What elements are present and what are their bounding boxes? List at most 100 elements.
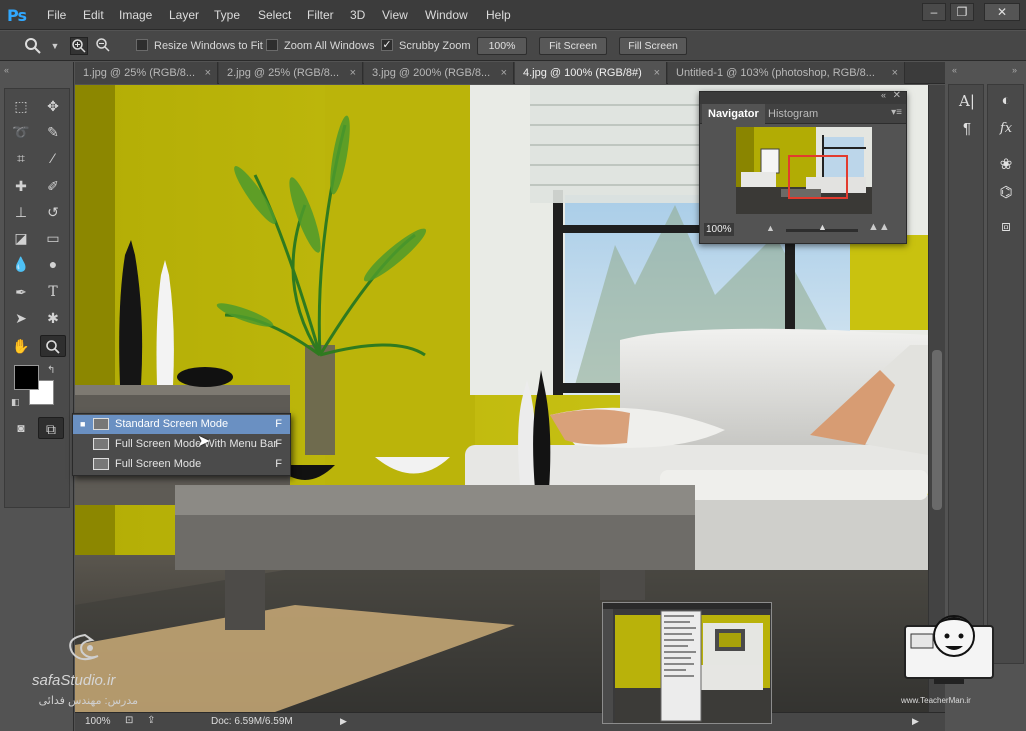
navigator-zoom-field[interactable]: 100%	[704, 223, 734, 236]
lasso-tool-icon[interactable]: ➰	[8, 121, 34, 143]
resize-windows-checkbox[interactable]	[136, 39, 148, 51]
quick-selection-tool-icon[interactable]: ✎	[40, 121, 66, 143]
adjustments-panel-icon[interactable]: ◐	[993, 89, 1019, 113]
styles-panel-icon[interactable]: fx	[993, 117, 1019, 141]
close-tab-icon[interactable]: ×	[205, 62, 211, 84]
status-camera-icon[interactable]: ⊡	[125, 715, 133, 726]
brush-tool-icon[interactable]: ✐	[40, 175, 66, 197]
mode-label: Full Screen Mode	[115, 458, 202, 470]
menu-standard-screen-mode[interactable]: ■ Standard Screen Mode F	[73, 415, 290, 434]
teacher-badge: www.TeacherMan.ir	[899, 606, 999, 706]
zoom-out-mountain-icon[interactable]: ▲	[766, 223, 775, 233]
type-tool-icon[interactable]: T	[40, 281, 66, 303]
menu-filter[interactable]: Filter	[307, 8, 334, 22]
crop-tool-icon[interactable]: ⌗	[8, 147, 34, 169]
menu-window[interactable]: Window	[425, 8, 468, 22]
scroll-right-arrow-icon[interactable]: ▶	[912, 716, 919, 727]
navigator-view-box[interactable]	[788, 155, 848, 199]
tab-navigator[interactable]: Navigator	[702, 104, 765, 124]
swap-colors-icon[interactable]: ↰	[47, 365, 55, 376]
gradient-tool-icon[interactable]: ▭	[40, 227, 66, 249]
eraser-tool-icon[interactable]: ◪	[8, 227, 34, 249]
status-export-icon[interactable]: ⇪	[147, 715, 155, 726]
zoom-out-icon[interactable]	[94, 37, 112, 55]
paths-panel-icon[interactable]: ⌬	[993, 181, 1019, 205]
dodge-tool-icon[interactable]: ●	[40, 253, 66, 275]
fit-screen-button[interactable]: Fit Screen	[539, 37, 607, 55]
clone-stamp-tool-icon[interactable]: ⊥	[8, 201, 34, 223]
studio-logo	[69, 633, 99, 661]
zoom-all-windows-checkbox[interactable]	[266, 39, 278, 51]
foreground-color-swatch[interactable]	[14, 365, 39, 390]
studio-watermark: safaStudio.ir مدرس: مهندس فدائی	[28, 630, 138, 715]
tab-1-jpg[interactable]: 1.jpg @ 25% (RGB/8... ×	[75, 62, 218, 84]
zoom-tool-preset-icon[interactable]	[24, 37, 42, 55]
tab-histogram[interactable]: Histogram	[762, 104, 824, 124]
path-selection-tool-icon[interactable]: ➤	[8, 307, 34, 329]
close-tab-icon[interactable]: ×	[350, 62, 356, 84]
tab-4-jpg[interactable]: 4.jpg @ 100% (RGB/8#) ×	[515, 62, 667, 84]
paragraph-panel-icon[interactable]: ¶	[954, 117, 980, 141]
tab-untitled-1[interactable]: Untitled-1 @ 103% (photoshop, RGB/8... ×	[668, 62, 905, 84]
teacher-credit: مدرس: مهندس فدائی	[38, 695, 138, 707]
fill-screen-button[interactable]: Fill Screen	[619, 37, 687, 55]
menu-3d[interactable]: 3D	[350, 8, 365, 22]
restore-button[interactable]: ❐	[950, 3, 974, 21]
full-screen-icon	[93, 458, 109, 470]
menu-layer[interactable]: Layer	[169, 8, 199, 22]
blur-tool-icon[interactable]: 💧	[8, 253, 34, 275]
menu-help[interactable]: Help	[486, 8, 511, 22]
close-window-button[interactable]: ✕	[984, 3, 1020, 21]
mode-shortcut: F	[275, 458, 282, 470]
collapse-arrows-icon[interactable]: «	[952, 65, 957, 75]
menu-select[interactable]: Select	[258, 8, 291, 22]
hand-tool-icon[interactable]: ✋	[8, 335, 34, 357]
character-panel-icon[interactable]: A|	[954, 89, 980, 113]
menu-file[interactable]: File	[47, 8, 66, 22]
menu-edit[interactable]: Edit	[83, 8, 104, 22]
tab-2-jpg[interactable]: 2.jpg @ 25% (RGB/8... ×	[219, 62, 363, 84]
zoom-slider-thumb[interactable]: ▲	[818, 222, 827, 232]
screen-mode-button[interactable]: ⧉	[38, 417, 64, 439]
close-tab-icon[interactable]: ×	[501, 62, 507, 84]
scrollbar-thumb[interactable]	[932, 350, 942, 510]
menu-view[interactable]: View	[382, 8, 408, 22]
mode-shortcut: F	[275, 418, 282, 430]
menu-full-screen-mode[interactable]: Full Screen Mode F	[73, 455, 290, 474]
panel-header[interactable]: « ✕	[700, 90, 906, 104]
minimize-button[interactable]: –	[922, 3, 946, 21]
collapse-panel-icon[interactable]: «	[881, 90, 886, 100]
mode-label: Standard Screen Mode	[115, 418, 229, 430]
3d-panel-icon[interactable]: ⧈	[993, 215, 1019, 239]
standard-screen-icon	[93, 418, 109, 430]
custom-shape-tool-icon[interactable]: ✱	[40, 307, 66, 329]
menu-full-screen-menu-bar[interactable]: Full Screen Mode With Menu Bar F	[73, 435, 290, 454]
navigator-thumbnail[interactable]	[736, 127, 872, 214]
menu-image[interactable]: Image	[119, 8, 152, 22]
panel-menu-icon[interactable]: ▾≡	[891, 107, 902, 118]
zoom-tool-icon[interactable]	[40, 335, 66, 357]
healing-brush-tool-icon[interactable]: ✚	[8, 175, 34, 197]
pen-tool-icon[interactable]: ✒	[8, 281, 34, 303]
status-menu-arrow-icon[interactable]: ▶	[340, 716, 347, 727]
move-tool-icon[interactable]: ✥	[40, 95, 66, 117]
actual-pixels-button[interactable]: 100%	[477, 37, 527, 55]
channels-panel-icon[interactable]: ❀	[993, 153, 1019, 177]
close-tab-icon[interactable]: ×	[892, 62, 898, 84]
close-panel-icon[interactable]: ✕	[893, 90, 901, 101]
menu-type[interactable]: Type	[214, 8, 240, 22]
tab-3-jpg[interactable]: 3.jpg @ 200% (RGB/8... ×	[364, 62, 514, 84]
status-zoom[interactable]: 100%	[85, 716, 111, 727]
quick-mask-icon[interactable]: ◙	[8, 417, 34, 439]
marquee-tool-icon[interactable]: ⬚	[8, 95, 34, 117]
collapse-arrows-icon[interactable]: «	[4, 65, 9, 75]
close-tab-icon[interactable]: ×	[654, 62, 660, 84]
eyedropper-tool-icon[interactable]: ⁄	[40, 147, 66, 169]
chevron-down-icon[interactable]: ▼	[46, 37, 64, 55]
scrubby-zoom-checkbox[interactable]: ✓	[381, 39, 393, 51]
zoom-in-icon[interactable]	[70, 37, 88, 55]
history-brush-tool-icon[interactable]: ↺	[40, 201, 66, 223]
default-colors-icon[interactable]: ◧	[11, 397, 20, 408]
zoom-in-mountain-icon[interactable]: ▲▲	[868, 221, 890, 233]
expand-arrows-icon[interactable]: »	[1012, 65, 1017, 75]
